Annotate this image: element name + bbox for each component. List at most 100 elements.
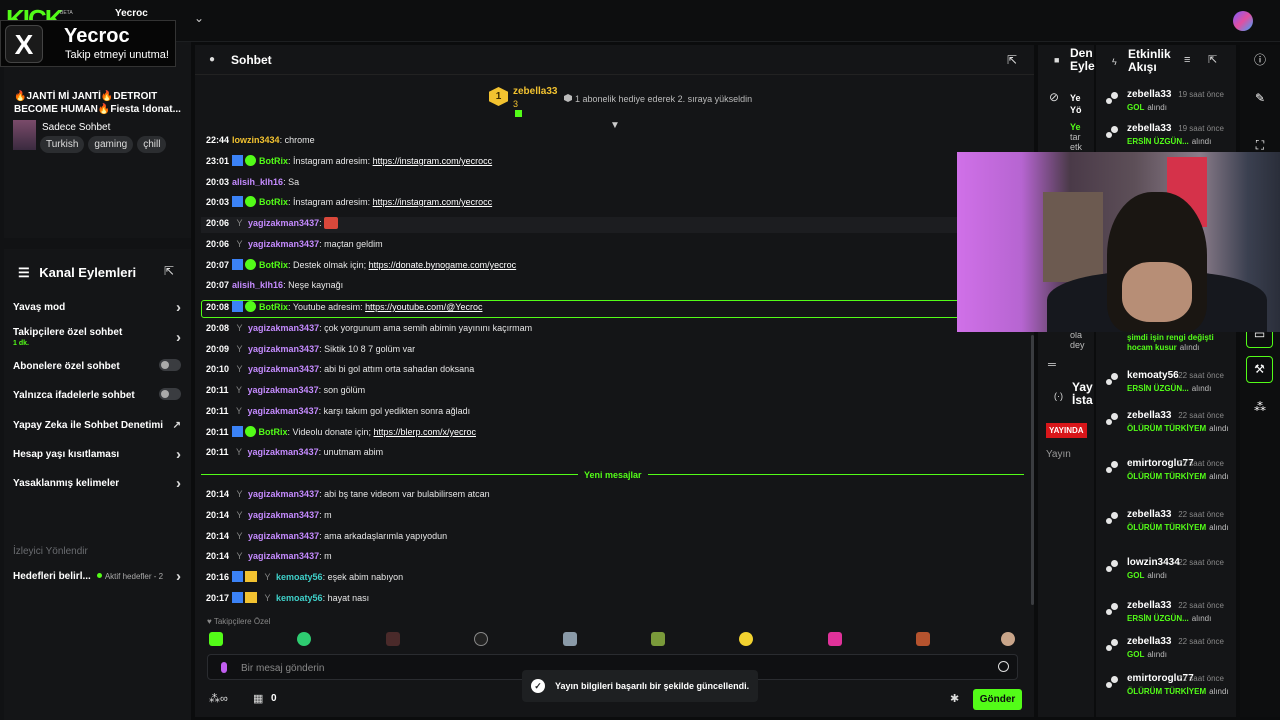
gift-box-icon[interactable]: ▦ (253, 692, 263, 705)
chat-message[interactable]: 20:11 Yyagizakman3437: unutmam abim (206, 445, 383, 459)
message-link[interactable]: https://donate.bynogame.com/yecroc (369, 260, 517, 270)
message-username[interactable]: yagizakman3437 (248, 344, 319, 354)
tag[interactable]: Turkish (40, 136, 85, 153)
tag[interactable]: çhill (137, 136, 167, 153)
gear-icon[interactable]: ✱ (950, 692, 959, 705)
chat-message[interactable]: 20:17 Ykemoaty56: hayat nası (206, 591, 369, 605)
emoji-icon[interactable] (998, 661, 1009, 672)
message-username[interactable]: BotRix (259, 197, 288, 207)
info-icon[interactable]: ⓘ (1252, 52, 1268, 68)
expand-icon[interactable]: ⇱ (164, 264, 174, 278)
chat-message[interactable]: 20:14 Yyagizakman3437: ama arkadaşlarımla… (206, 529, 447, 543)
message-username[interactable]: yagizakman3437 (248, 510, 319, 520)
message-username[interactable]: yagizakman3437 (248, 218, 319, 228)
send-button[interactable]: Gönder (973, 689, 1022, 710)
event-username[interactable]: zebella33 (1127, 636, 1171, 647)
message-username[interactable]: BotRix (259, 302, 288, 312)
message-username[interactable]: yagizakman3437 (248, 447, 319, 457)
stream-title[interactable]: 🔥JANTİ Mİ JANTİ🔥DETROIT BECOME HUMAN🔥Fie… (14, 90, 184, 116)
emote-icon[interactable] (739, 632, 753, 646)
chevron-right-icon[interactable]: › (176, 475, 181, 492)
emote-icon[interactable] (297, 632, 311, 646)
message-link[interactable]: https://instagram.com/yecrocc (373, 197, 493, 207)
tag[interactable]: gaming (88, 136, 134, 153)
message-username[interactable]: yagizakman3437 (248, 551, 319, 561)
banned-words-row[interactable]: Yasaklanmış kelimeler › (13, 475, 183, 492)
emote-icon[interactable] (828, 632, 842, 646)
emote-icon[interactable] (474, 632, 488, 646)
chat-message[interactable]: 20:09 Yyagizakman3437: Siktik 10 8 7 golü… (206, 342, 415, 356)
message-link[interactable]: https://youtube.com/@Yecroc (365, 302, 482, 312)
pinned-username[interactable]: zebella33 (513, 86, 557, 97)
event-username[interactable]: kemoaty56 (1127, 370, 1179, 381)
chat-message[interactable]: 20:07 alisih_klh16: Neşe kaynağı (206, 278, 343, 292)
emote-only-toggle[interactable] (159, 388, 181, 400)
chat-message[interactable]: 22:44 lowzin3434: chrome (206, 133, 315, 147)
chat-message[interactable]: 20:14 Yyagizakman3437: m (206, 549, 332, 563)
message-username[interactable]: BotRix (259, 260, 288, 270)
popout-icon[interactable]: ⇱ (1208, 53, 1217, 66)
chat-message[interactable]: 20:06 Yyagizakman3437: maçtan geldim (206, 237, 383, 251)
message-username[interactable]: alisih_klh16 (232, 177, 283, 187)
chat-message[interactable]: 20:10 Yyagizakman3437: abi bi gol attım o… (206, 362, 474, 376)
wrench-icon[interactable]: ⚒ (1246, 356, 1273, 383)
message-username[interactable]: yagizakman3437 (248, 406, 319, 416)
emote-only-row[interactable]: Yalnızca ifadelerle sohbet (13, 388, 183, 401)
message-username[interactable]: lowzin3434 (232, 135, 280, 145)
account-age-row[interactable]: Hesap yaşı kısıtlaması › (13, 446, 183, 463)
emote-icon[interactable] (651, 632, 665, 646)
avatar[interactable] (1233, 11, 1253, 31)
external-link-icon[interactable]: ↗ (173, 420, 181, 431)
category-name[interactable]: Sadece Sohbet (42, 122, 110, 133)
slow-mode-row[interactable]: Yavaş mod › (13, 299, 183, 316)
event-username[interactable]: lowzin3434 (1127, 557, 1180, 568)
message-username[interactable]: yagizakman3437 (248, 489, 319, 499)
emote-icon[interactable] (386, 632, 400, 646)
chevron-right-icon[interactable]: › (176, 299, 181, 316)
message-username[interactable]: yagizakman3437 (248, 239, 319, 249)
chevron-right-icon[interactable]: › (176, 568, 181, 585)
chat-message[interactable]: 20:11 BotRix: Videolu donate için; https:… (206, 425, 476, 439)
goals-row[interactable]: Hedefleri belirl... Aktif hedefler - 2 › (13, 568, 183, 585)
emote-icon[interactable] (209, 632, 223, 646)
filter-icon[interactable]: ≡ (1184, 54, 1190, 66)
event-username[interactable]: zebella33 (1127, 509, 1171, 520)
channel-points-icon[interactable]: ⁂∞ (209, 692, 228, 705)
chat-message[interactable]: 20:06 Yyagizakman3437: (206, 216, 339, 230)
emote-icon[interactable] (563, 632, 577, 646)
emote-icon[interactable] (916, 632, 930, 646)
message-link[interactable]: https://instagram.com/yecrocc (373, 156, 493, 166)
points-icon[interactable]: ⁂ (1252, 399, 1268, 415)
top-username[interactable]: Yecroc (115, 8, 148, 19)
chevron-right-icon[interactable]: › (176, 446, 181, 463)
pencil-icon[interactable]: ✎ (1252, 90, 1268, 106)
message-username[interactable]: BotRix (259, 427, 288, 437)
message-username[interactable]: kemoaty56 (276, 593, 323, 603)
popout-icon[interactable]: ⇱ (1007, 53, 1017, 67)
event-username[interactable]: zebella33 (1127, 600, 1171, 611)
followers-only-row[interactable]: Takipçilere özel sohbet 1 dk. › (13, 327, 183, 347)
ai-moderation-row[interactable]: Yapay Zeka ile Sohbet Denetimi ↗ (13, 420, 183, 431)
category-thumbnail[interactable] (13, 120, 36, 150)
message-username[interactable]: yagizakman3437 (248, 531, 319, 541)
chat-message[interactable]: 20:08 Yyagizakman3437: çok yorgunum ama s… (206, 321, 532, 335)
chevron-down-icon[interactable]: ⌄ (194, 11, 204, 25)
eye-off-icon[interactable]: ⊘ (1049, 90, 1059, 104)
microphone-icon[interactable] (221, 662, 227, 673)
chat-message[interactable]: 20:07 BotRix: Destek olmak için; https://… (206, 258, 516, 272)
pin-collapse-icon[interactable]: ▼ (610, 120, 620, 131)
chat-scrollbar[interactable] (1031, 335, 1034, 605)
message-username[interactable]: yagizakman3437 (248, 323, 319, 333)
chevron-right-icon[interactable]: › (176, 329, 181, 346)
message-username[interactable]: kemoaty56 (276, 572, 323, 582)
message-link[interactable]: https://blerp.com/x/yecroc (373, 427, 476, 437)
chat-message[interactable]: 20:11 Yyagizakman3437: son gölüm (206, 383, 365, 397)
chat-message[interactable]: 20:03 alisih_klh16: Sa (206, 175, 299, 189)
event-username[interactable]: zebella33 (1127, 89, 1171, 100)
chat-message[interactable]: 20:03 BotRix: İnstagram adresim: https://… (206, 195, 492, 209)
chat-message[interactable]: 23:01 BotRix: İnstagram adresim: https://… (206, 154, 492, 168)
chat-message[interactable]: 20:14 Yyagizakman3437: m (206, 508, 332, 522)
expand-icon[interactable]: ⛶ (1252, 137, 1268, 153)
chat-message[interactable]: 20:11 Yyagizakman3437: karşı takım gol ye… (206, 404, 470, 418)
chat-message[interactable]: 20:08 BotRix: Youtube adresim: https://yo… (206, 300, 482, 314)
